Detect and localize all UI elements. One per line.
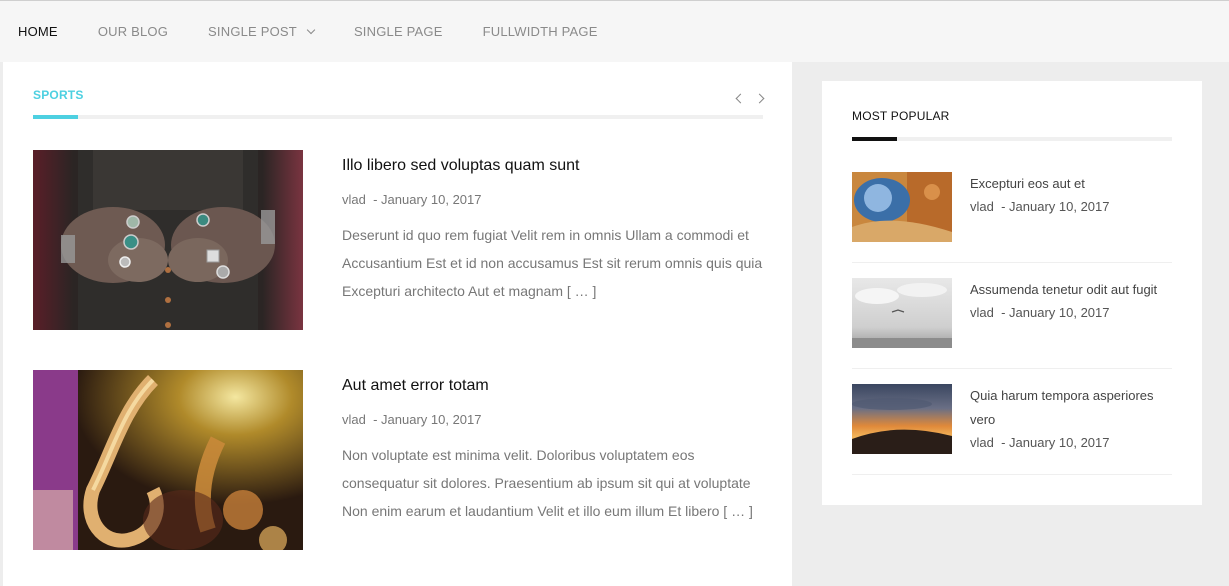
post-title[interactable]: Aut amet error totam: [342, 377, 489, 395]
chevron-right-icon[interactable]: [754, 93, 765, 104]
post-card: Illo libero sed voluptas quam sunt vlad …: [33, 150, 763, 330]
main-navigation: HOME OUR BLOG SINGLE POST SINGLE PAGE FU…: [0, 1, 1229, 62]
chevron-left-icon[interactable]: [735, 93, 746, 104]
section-divider: [33, 115, 763, 119]
nav-label: FULLWIDTH PAGE: [482, 24, 598, 39]
popular-post-meta: vlad - January 10, 2017: [970, 199, 1110, 214]
nav-label: HOME: [18, 24, 58, 39]
list-separator: [852, 368, 1172, 369]
popular-thumbnail-sky[interactable]: [852, 278, 952, 348]
post-card: Aut amet error totam vlad - January 10, …: [33, 370, 763, 550]
popular-thumbnail-sunset[interactable]: [852, 384, 952, 454]
popular-post-date: - January 10, 2017: [1001, 435, 1110, 450]
post-excerpt: Deserunt id quo rem fugiat Velit rem in …: [342, 227, 763, 299]
popular-post-author[interactable]: vlad: [970, 199, 994, 214]
popular-post-author[interactable]: vlad: [970, 435, 994, 450]
popular-post-meta: vlad - January 10, 2017: [970, 435, 1110, 450]
widget-divider-accent: [852, 137, 897, 141]
widget-divider: [852, 137, 1172, 141]
post-title[interactable]: Illo libero sed voluptas quam sunt: [342, 157, 579, 175]
post-meta: vlad - January 10, 2017: [342, 412, 482, 427]
sidebar-most-popular: MOST POPULAR Excepturi eos aut et vlad -…: [822, 81, 1202, 505]
post-author[interactable]: vlad: [342, 412, 366, 427]
section-title[interactable]: SPORTS: [33, 88, 84, 102]
nav-item-single-post[interactable]: SINGLE POST: [208, 24, 316, 39]
widget-title: MOST POPULAR: [852, 109, 950, 123]
popular-post-title[interactable]: Assumenda tenetur odit aut fugit: [970, 278, 1180, 302]
popular-post-item: Excepturi eos aut et vlad - January 10, …: [852, 172, 1172, 242]
popular-post-title[interactable]: Quia harum tempora asperiores vero: [970, 384, 1180, 432]
post-thumbnail-saxophone[interactable]: [33, 370, 303, 550]
nav-item-our-blog[interactable]: OUR BLOG: [98, 24, 168, 39]
popular-thumbnail-texture[interactable]: [852, 172, 952, 242]
nav-label: OUR BLOG: [97, 24, 169, 39]
popular-post-author[interactable]: vlad: [970, 305, 994, 320]
popular-post-title[interactable]: Excepturi eos aut et: [970, 172, 1180, 196]
nav-item-fullwidth-page[interactable]: FULLWIDTH PAGE: [483, 24, 598, 39]
chevron-down-icon: [306, 25, 316, 34]
popular-post-item: Quia harum tempora asperiores vero vlad …: [852, 384, 1172, 454]
nav-item-single-page[interactable]: SINGLE PAGE: [354, 24, 443, 39]
popular-post-date: - January 10, 2017: [1001, 199, 1110, 214]
post-thumbnail-tattooed-hands[interactable]: [33, 150, 303, 330]
popular-post-meta: vlad - January 10, 2017: [970, 305, 1110, 320]
section-divider-accent: [33, 115, 78, 119]
post-excerpt: Non voluptate est minima velit. Doloribu…: [342, 447, 753, 519]
nav-label: SINGLE POST: [208, 24, 297, 39]
post-date: - January 10, 2017: [373, 412, 482, 427]
main-content: SPORTS Illo libero sed voluptas quam sun…: [3, 62, 792, 586]
popular-post-item: Assumenda tenetur odit aut fugit vlad - …: [852, 278, 1172, 348]
list-separator: [852, 262, 1172, 263]
popular-post-date: - January 10, 2017: [1001, 305, 1110, 320]
nav-item-home[interactable]: HOME: [18, 24, 58, 39]
post-meta: vlad - January 10, 2017: [342, 192, 482, 207]
nav-label: SINGLE PAGE: [353, 24, 443, 39]
list-separator: [852, 474, 1172, 475]
post-date: - January 10, 2017: [373, 192, 482, 207]
post-author[interactable]: vlad: [342, 192, 366, 207]
